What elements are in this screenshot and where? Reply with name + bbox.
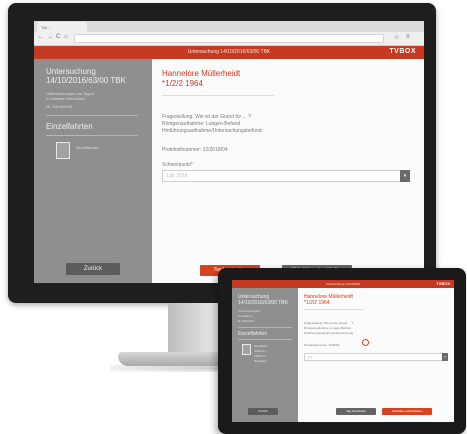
tablet-main-panel: Hannelore Müllerheidt *1/2/2 1964 Frages… <box>298 288 454 422</box>
address-bar[interactable] <box>74 34 384 43</box>
sidebar-subtitle-3: Nr. 000 000 00 <box>46 104 73 109</box>
sidebar-divider <box>46 135 138 136</box>
sidebar: Untersuchung 14/10/2016/63/00 TBK Unters… <box>34 59 152 283</box>
tablet-item-text[interactable]: Einzelfahrt <box>254 344 268 348</box>
browser-tab-strip: Tür ... <box>34 21 424 32</box>
document-icon[interactable] <box>56 142 70 159</box>
header-title: Untersuchung 14/10/2016/63/00 TBK <box>187 49 271 55</box>
tablet-sidebar-sub-2: In weiteren <box>238 314 253 318</box>
menu-icon[interactable]: ≡ <box>406 34 410 40</box>
tablet-info-line-2: Röntgenaufnahme: Lungen-Befund <box>304 326 351 330</box>
tablet-sidebar-divider <box>238 339 292 340</box>
brand-logo: TVBOX <box>389 48 416 55</box>
reload-icon[interactable]: C <box>56 34 60 40</box>
tablet-select-value: Lid <box>308 355 313 359</box>
tablet-edit-tag-button[interactable]: Tag bearbeiten <box>336 408 376 415</box>
info-line-2: Röntgenaufnahme: Lungen-Befund <box>162 121 241 127</box>
back-icon[interactable]: ← <box>38 34 44 40</box>
tablet-section-title: Einzelfahrten <box>238 331 268 337</box>
protocol-number: Protokollnummer: 12/2018/04 <box>162 147 228 153</box>
tablet-title-underline <box>304 309 364 310</box>
info-line-1: Fragestellung: Wie ist der Grund für ...… <box>162 114 251 120</box>
desktop-monitor: Tür ... ← → C ⌂ ☆ ≡ Untersuchung 14/10/2… <box>8 3 436 303</box>
tablet-info-line-1: Fragestellung: Wie ist der Grund ... ? <box>304 321 354 325</box>
tablet-header: Untersuchung 14/10/2016 TVBOX <box>232 280 454 288</box>
tablet-patient-birthdate: *1/2/2 1964 <box>304 300 330 306</box>
home-icon[interactable]: ⌂ <box>64 34 68 40</box>
back-button[interactable]: Zurück <box>66 263 120 275</box>
info-line-3: Hinführungsaufnahme/Untersuchungsbefund: <box>162 128 263 134</box>
tablet-header-title: Untersuchung 14/10/2016 <box>325 282 361 286</box>
browser-tab[interactable]: Tür ... <box>37 22 87 32</box>
tablet-sidebar-sub-3: Nr. 000 000 <box>238 319 254 323</box>
monitor-screen: Tür ... ← → C ⌂ ☆ ≡ Untersuchung 14/10/2… <box>34 21 424 283</box>
tablet-document-icon[interactable] <box>242 344 251 355</box>
tablet-touch-indicator-icon <box>362 339 369 346</box>
tablet-protocol-number: Protokollnummer: 12/2018 <box>304 343 340 347</box>
select-label: Schwerpunkt* <box>162 162 193 168</box>
tablet-focus-select[interactable]: Lid ▾ <box>304 353 448 361</box>
tablet-item-text[interactable]: Abfahrt 2 <box>254 354 266 358</box>
chevron-down-icon[interactable]: ▾ <box>400 170 410 182</box>
tablet-sidebar-title: Untersuchung 14/10/2016/63/00 TBK <box>238 294 288 306</box>
tablet-sidebar-sub-1: Untersuchungen <box>238 309 261 313</box>
browser-toolbar: ← → C ⌂ ☆ ≡ <box>34 32 424 46</box>
sidebar-item-text[interactable]: Einzelfahrten <box>76 145 99 150</box>
tablet-finish-activities-button[interactable]: Aktivitäten abschließen <box>382 408 432 415</box>
select-value: Lid: 2018 <box>167 173 188 179</box>
patient-name: Hannelore Müllerheidt <box>162 69 241 78</box>
tablet-item-text[interactable]: Rückfahrt <box>254 359 267 363</box>
tablet-screen: Untersuchung 14/10/2016 TVBOX Untersuchu… <box>232 280 454 422</box>
sidebar-subtitle-2: In weiteren Versuchen <box>46 96 86 101</box>
app-header: Untersuchung 14/10/2016/63/00 TBK TVBOX <box>34 46 424 59</box>
main-panel: Hannelore Müllerheidt *1/2/2 1964 Frages… <box>152 59 424 283</box>
tablet-sidebar-divider <box>238 327 292 328</box>
patient-birthdate: *1/2/2 1964 <box>162 79 203 88</box>
sidebar-divider <box>46 115 138 116</box>
sidebar-section-title: Einzelfahrten <box>46 122 93 131</box>
tablet-back-button[interactable]: Zurück <box>248 408 278 415</box>
tablet-item-text[interactable]: Abfahrt 1 <box>254 349 266 353</box>
focus-select[interactable]: Lid: 2018 ▾ <box>162 170 410 182</box>
tablet-brand-logo: TVBOX <box>436 281 450 286</box>
sidebar-title: Untersuchung 14/10/2016/63/00 TBK <box>46 67 126 85</box>
title-underline <box>162 95 274 96</box>
tablet-info-line-3: Hinführungsaufnahme/Untersuchung <box>304 331 354 335</box>
tablet-device: Untersuchung 14/10/2016 TVBOX Untersuchu… <box>218 268 466 434</box>
star-icon[interactable]: ☆ <box>394 34 399 41</box>
forward-icon[interactable]: → <box>47 34 53 40</box>
tablet-chevron-down-icon[interactable]: ▾ <box>442 353 448 361</box>
tablet-sidebar: Untersuchung 14/10/2016/63/00 TBK Unters… <box>232 288 298 422</box>
